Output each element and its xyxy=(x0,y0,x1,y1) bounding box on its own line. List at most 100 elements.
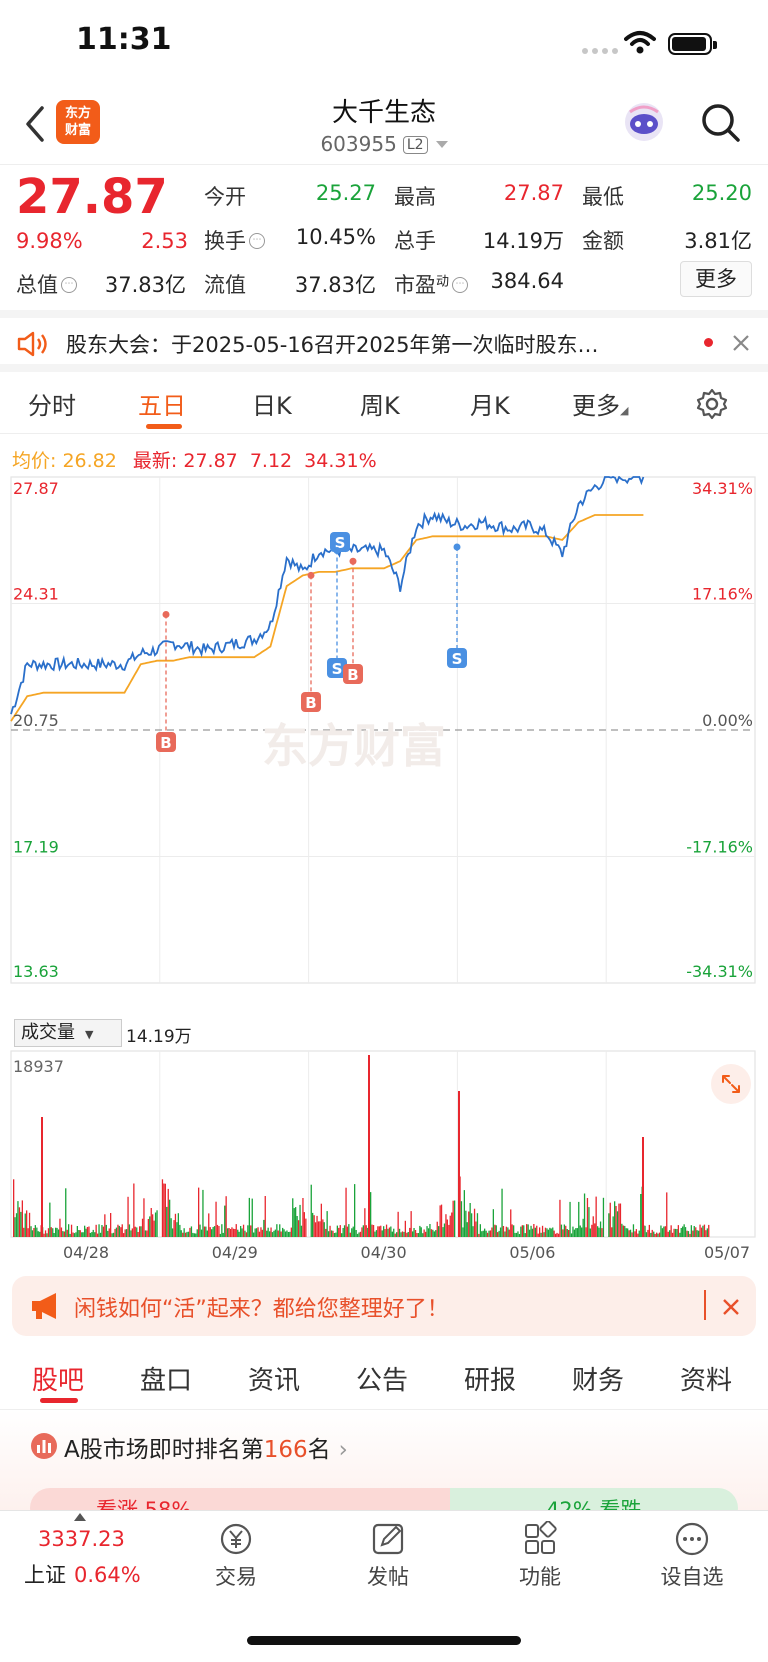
volume-bar xyxy=(632,1224,635,1237)
volume-bar xyxy=(274,1229,276,1237)
volume-bar xyxy=(356,1233,359,1237)
nav-functions[interactable]: 功能 xyxy=(480,1521,600,1591)
volume-bar xyxy=(171,1228,174,1237)
pe-label: 市盈 xyxy=(394,273,436,297)
volume-bar xyxy=(507,1227,509,1237)
marker-dot xyxy=(349,557,357,565)
volume-bar xyxy=(705,1230,707,1237)
volume-bar xyxy=(409,1227,411,1237)
tab-financials[interactable]: 财务 xyxy=(572,1360,624,1397)
tab-news[interactable]: 资讯 xyxy=(248,1360,300,1397)
close-icon[interactable] xyxy=(722,1298,740,1316)
settings-gear-icon[interactable] xyxy=(696,388,728,420)
volume-bar xyxy=(569,1201,571,1237)
more-quote-button[interactable]: 更多 xyxy=(680,261,752,297)
volume-bar xyxy=(228,1228,230,1237)
volume-bar xyxy=(196,1229,198,1237)
tab-weekly-k[interactable]: 周K xyxy=(360,386,400,421)
tab-forum[interactable]: 股吧 xyxy=(32,1360,84,1397)
volume-bar xyxy=(69,1233,71,1237)
volume-bar xyxy=(68,1224,70,1237)
volume-bar xyxy=(232,1228,235,1237)
announcement-bar[interactable]: 股东大会：于2025-05-16召开2025年第一次临时股东… xyxy=(0,310,768,372)
volume-bar xyxy=(619,1203,622,1237)
volume-bar xyxy=(215,1201,217,1237)
volume-bar xyxy=(417,1233,420,1237)
volume-bar xyxy=(213,1226,216,1237)
volume-max-label: 18937 xyxy=(13,1057,64,1076)
index-ticker[interactable]: 3337.23 上证 0.64% xyxy=(24,1527,164,1589)
volume-bar xyxy=(254,1228,256,1237)
volume-bar xyxy=(482,1230,484,1237)
marker-dot xyxy=(333,547,341,555)
info-icon[interactable]: ⋯ xyxy=(249,233,265,249)
volume-bar xyxy=(398,1228,401,1237)
float-cap-value: 37.83亿 xyxy=(294,273,376,297)
volume-bar xyxy=(313,1215,315,1237)
volume-bar xyxy=(365,1225,367,1237)
volume-bar xyxy=(702,1225,704,1237)
tab-intraday[interactable]: 分时 xyxy=(28,386,76,421)
tab-five-day[interactable]: 五日 xyxy=(138,386,186,421)
battery-icon xyxy=(668,33,717,55)
avg-label: 均价: xyxy=(12,450,57,472)
volume-bar xyxy=(312,1212,314,1237)
volume-bar xyxy=(698,1230,700,1237)
info-icon[interactable]: ⋯ xyxy=(61,277,77,293)
volume-bar xyxy=(687,1231,690,1237)
marker-dot xyxy=(453,543,461,551)
volume-bar xyxy=(227,1228,229,1237)
tab-daily-k[interactable]: 日K xyxy=(252,386,292,421)
robot-assistant-icon[interactable] xyxy=(622,100,666,144)
volume-bar xyxy=(264,1196,266,1237)
volume-bar xyxy=(536,1225,538,1237)
volume-bar xyxy=(413,1228,415,1237)
expand-icon[interactable] xyxy=(711,1064,751,1104)
info-icon[interactable]: ⋯ xyxy=(452,277,469,293)
volume-bar xyxy=(526,1224,528,1237)
volume-bar xyxy=(445,1214,447,1237)
volume-bar xyxy=(200,1229,203,1237)
chart-legend: 均价: 26.82 最新: 27.87 7.12 34.31% xyxy=(12,446,377,473)
five-day-price-chart[interactable]: 东方财富 BBSS BS 27.87 34.31%24.31 17.16%20.75 0… xyxy=(0,476,768,1020)
volume-bar xyxy=(550,1228,552,1237)
low-value: 25.20 xyxy=(691,181,752,205)
volume-bar xyxy=(673,1228,675,1237)
volume-bar xyxy=(377,1226,379,1237)
status-time: 11:31 xyxy=(76,22,172,57)
volume-bar xyxy=(664,1226,666,1237)
volume-bar xyxy=(124,1229,126,1237)
nav-post[interactable]: 发帖 xyxy=(328,1521,448,1591)
search-icon[interactable] xyxy=(700,102,742,144)
high-value: 27.87 xyxy=(503,181,564,205)
volume-bar xyxy=(43,1233,45,1237)
chevron-up-icon xyxy=(74,1513,86,1521)
volume-indicator-select[interactable]: 成交量 ▼ xyxy=(14,1019,122,1047)
close-icon[interactable] xyxy=(732,334,750,352)
volume-bar xyxy=(684,1227,687,1237)
volume-bar xyxy=(289,1231,291,1237)
volume-bar xyxy=(583,1193,586,1237)
volume-bar xyxy=(323,1222,325,1237)
volume-bar xyxy=(546,1228,548,1237)
volume-bar xyxy=(429,1224,431,1237)
nav-add-watchlist[interactable]: 设自选 xyxy=(632,1521,752,1591)
volume-chart[interactable]: 18937 04/28 04/29 04/30 05/06 05/07 xyxy=(0,1050,768,1266)
volume-bar xyxy=(248,1197,250,1237)
tab-announcements[interactable]: 公告 xyxy=(356,1360,408,1397)
tab-monthly-k[interactable]: 月K xyxy=(470,386,510,421)
tab-research[interactable]: 研报 xyxy=(464,1360,516,1397)
volume-bar xyxy=(319,1221,321,1237)
nav-trade[interactable]: 交易 xyxy=(176,1521,296,1591)
volume-bar xyxy=(562,1229,564,1237)
volume-bar xyxy=(530,1225,532,1237)
tab-order-book[interactable]: 盘口 xyxy=(140,1360,192,1397)
market-rank-section[interactable]: A股市场即时排名第166名› 看涨 58% 42% 看跌 xyxy=(0,1410,768,1528)
tab-profile[interactable]: 资料 xyxy=(680,1360,732,1397)
volume-bar xyxy=(75,1232,77,1237)
volume-bar xyxy=(110,1213,112,1237)
volume-bar xyxy=(594,1223,596,1237)
volume-bar xyxy=(46,1233,48,1237)
tab-more[interactable]: 更多◢ xyxy=(572,386,628,421)
promo-banner[interactable]: 闲钱如何“活”起来？都给您整理好了！ xyxy=(12,1276,756,1336)
